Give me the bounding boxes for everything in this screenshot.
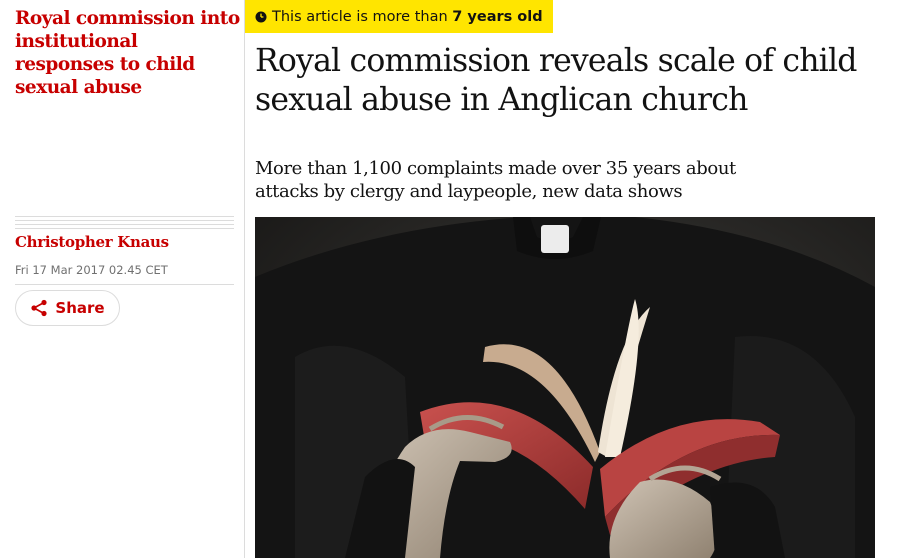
meta-divider [15,284,234,285]
share-button[interactable]: Share [15,290,120,326]
clock-icon [255,11,267,23]
meta-rule-lines [15,216,234,230]
age-notice-value: 7 years old [452,8,543,25]
article-standfirst: More than 1,100 complaints made over 35 … [255,158,736,202]
share-icon [30,299,48,317]
article-page: Royal commission into institutional resp… [0,0,916,558]
publication-date: Fri 17 Mar 2017 02.45 CET [15,263,168,277]
author-link[interactable]: Christopher Knaus [15,232,169,252]
age-notice-text: This article is more than 7 years old [272,9,543,25]
age-notice-prefix: This article is more than [272,8,448,25]
article-main-image [255,217,875,558]
article-main: This article is more than 7 years old Ro… [245,0,916,558]
share-label: Share [55,299,105,317]
article-age-notice: This article is more than 7 years old [245,0,553,33]
series-title-link[interactable]: Royal commission into institutional resp… [15,7,240,99]
article-headline: Royal commission reveals scale of child … [255,43,857,118]
article-meta-sidebar: Royal commission into institutional resp… [0,0,244,558]
